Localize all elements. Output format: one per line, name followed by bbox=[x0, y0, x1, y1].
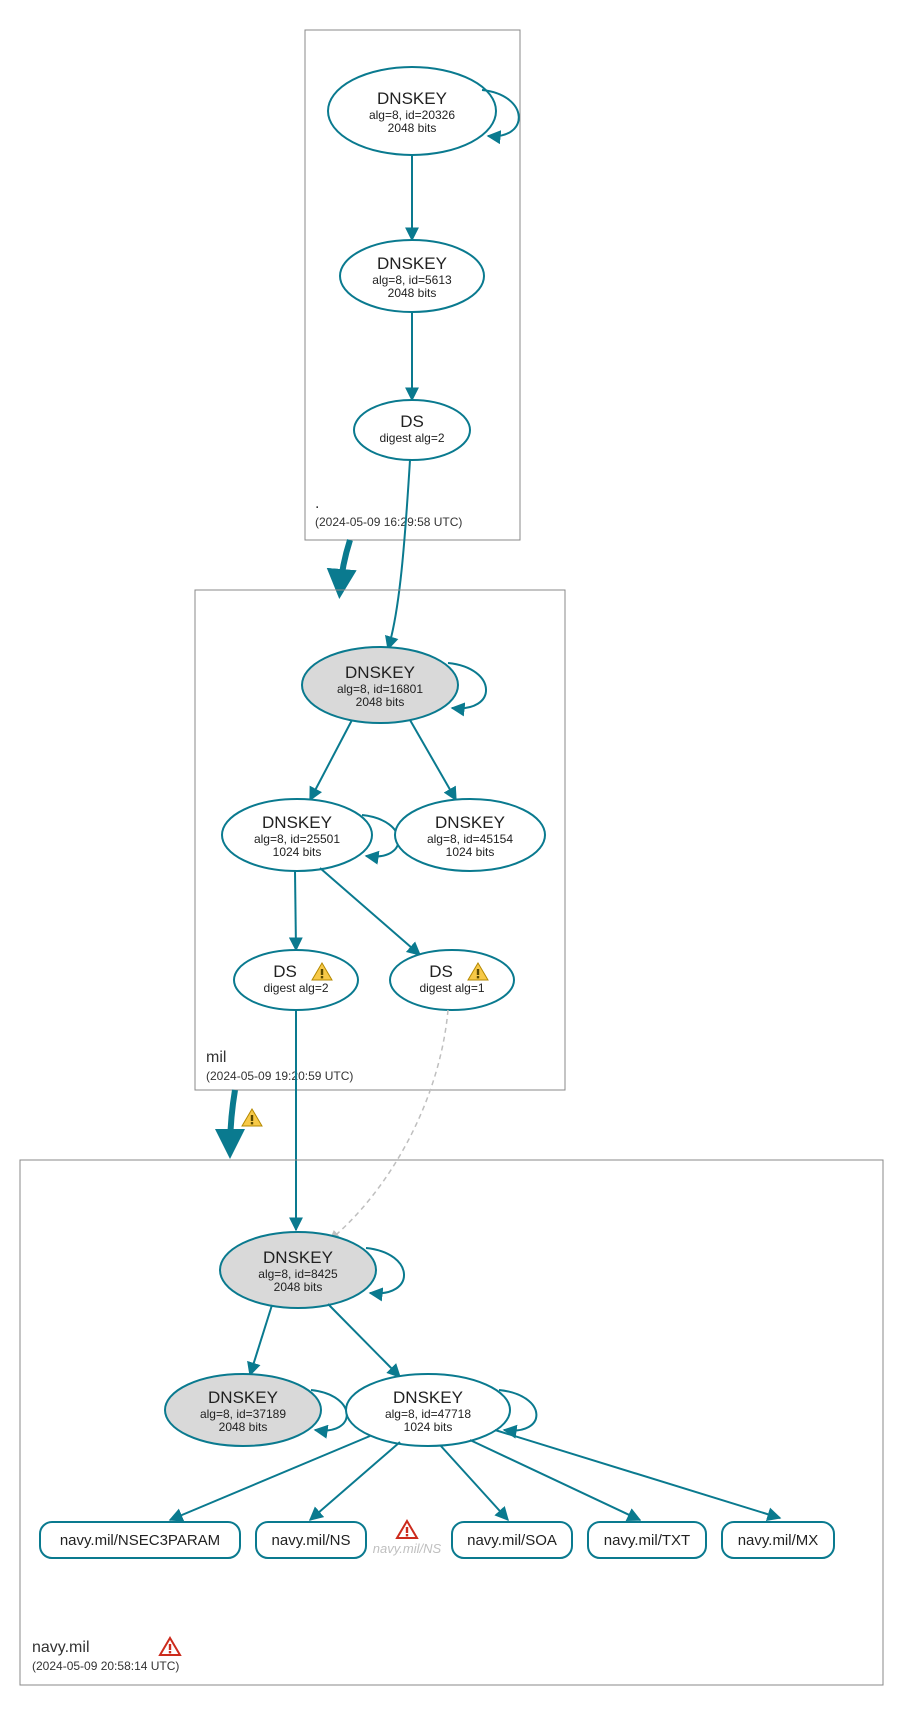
rr-ns-ghost: navy.mil/NS bbox=[373, 1521, 442, 1556]
svg-text:2048 bits: 2048 bits bbox=[388, 286, 437, 300]
svg-text:navy.mil/TXT: navy.mil/TXT bbox=[604, 1532, 690, 1549]
node-mil-zsk2: DNSKEY alg=8, id=45154 1024 bits bbox=[395, 799, 545, 871]
warning-icon bbox=[242, 1109, 262, 1126]
svg-text:digest alg=2: digest alg=2 bbox=[263, 981, 328, 995]
svg-text:alg=8, id=47718: alg=8, id=47718 bbox=[385, 1407, 471, 1421]
zone-navy-ts: (2024-05-09 20:58:14 UTC) bbox=[32, 1659, 179, 1673]
svg-text:alg=8, id=45154: alg=8, id=45154 bbox=[427, 832, 513, 846]
rr-ns: navy.mil/NS bbox=[256, 1522, 366, 1558]
edge-mil-to-navy-zone bbox=[230, 1090, 235, 1150]
zone-navy: navy.mil (2024-05-09 20:58:14 UTC) DNSKE… bbox=[20, 1160, 883, 1685]
svg-text:2048 bits: 2048 bits bbox=[274, 1280, 323, 1294]
node-mil-zsk1: DNSKEY alg=8, id=25501 1024 bits bbox=[222, 799, 399, 871]
svg-text:alg=8, id=16801: alg=8, id=16801 bbox=[337, 682, 423, 696]
svg-text:alg=8, id=20326: alg=8, id=20326 bbox=[369, 108, 455, 122]
node-mil-ds1: DS digest alg=1 bbox=[390, 950, 514, 1010]
svg-text:navy.mil/SOA: navy.mil/SOA bbox=[467, 1532, 557, 1549]
node-mil-ksk: DNSKEY alg=8, id=16801 2048 bits bbox=[302, 647, 486, 723]
svg-text:digest alg=2: digest alg=2 bbox=[379, 431, 444, 445]
svg-text:DNSKEY: DNSKEY bbox=[377, 89, 447, 108]
zone-navy-name: navy.mil bbox=[32, 1639, 90, 1656]
svg-text:DNSKEY: DNSKEY bbox=[262, 813, 332, 832]
svg-text:DS: DS bbox=[400, 412, 424, 431]
svg-text:navy.mil/NS: navy.mil/NS bbox=[272, 1532, 351, 1549]
svg-text:DS: DS bbox=[273, 962, 297, 981]
svg-text:1024 bits: 1024 bits bbox=[446, 845, 495, 859]
zone-mil: mil (2024-05-09 19:20:59 UTC) DNSKEY alg… bbox=[195, 590, 565, 1090]
zone-root-name: . bbox=[315, 495, 319, 512]
rr-mx: navy.mil/MX bbox=[722, 1522, 834, 1558]
zone-root-ts: (2024-05-09 16:29:58 UTC) bbox=[315, 515, 462, 529]
error-icon bbox=[160, 1638, 180, 1655]
svg-text:DNSKEY: DNSKEY bbox=[393, 1388, 463, 1407]
svg-text:2048 bits: 2048 bits bbox=[219, 1420, 268, 1434]
svg-text:DNSKEY: DNSKEY bbox=[345, 663, 415, 682]
rr-nsec3param: navy.mil/NSEC3PARAM bbox=[40, 1522, 240, 1558]
node-root-ksk: DNSKEY alg=8, id=20326 2048 bits bbox=[328, 67, 519, 155]
svg-text:navy.mil/MX: navy.mil/MX bbox=[738, 1532, 819, 1549]
node-navy-zsk1: DNSKEY alg=8, id=47718 1024 bits bbox=[346, 1374, 536, 1446]
svg-text:DS: DS bbox=[429, 962, 453, 981]
svg-text:DNSKEY: DNSKEY bbox=[377, 254, 447, 273]
svg-text:navy.mil/NSEC3PARAM: navy.mil/NSEC3PARAM bbox=[60, 1532, 220, 1549]
svg-text:1024 bits: 1024 bits bbox=[404, 1420, 453, 1434]
node-root-ds: DS digest alg=2 bbox=[354, 400, 470, 460]
svg-text:DNSKEY: DNSKEY bbox=[263, 1248, 333, 1267]
svg-text:2048 bits: 2048 bits bbox=[388, 121, 437, 135]
svg-text:alg=8, id=25501: alg=8, id=25501 bbox=[254, 832, 340, 846]
svg-text:navy.mil/NS: navy.mil/NS bbox=[373, 1541, 442, 1556]
edge-mil-ds1-to-navy-ksk bbox=[330, 1010, 448, 1240]
dnssec-graph: . (2024-05-09 16:29:58 UTC) DNSKEY alg=8… bbox=[0, 0, 903, 1715]
edge-root-ds-to-mil-ksk bbox=[388, 460, 410, 649]
node-navy-ksk: DNSKEY alg=8, id=8425 2048 bits bbox=[220, 1232, 404, 1308]
svg-text:DNSKEY: DNSKEY bbox=[208, 1388, 278, 1407]
svg-text:1024 bits: 1024 bits bbox=[273, 845, 322, 859]
node-root-zsk: DNSKEY alg=8, id=5613 2048 bits bbox=[340, 240, 484, 312]
zone-mil-ts: (2024-05-09 19:20:59 UTC) bbox=[206, 1069, 353, 1083]
rr-txt: navy.mil/TXT bbox=[588, 1522, 706, 1558]
svg-text:alg=8, id=5613: alg=8, id=5613 bbox=[372, 273, 452, 287]
node-navy-zsk2: DNSKEY alg=8, id=37189 2048 bits bbox=[165, 1374, 347, 1446]
zone-root: . (2024-05-09 16:29:58 UTC) DNSKEY alg=8… bbox=[305, 30, 520, 540]
svg-text:DNSKEY: DNSKEY bbox=[435, 813, 505, 832]
svg-text:alg=8, id=37189: alg=8, id=37189 bbox=[200, 1407, 286, 1421]
rr-soa: navy.mil/SOA bbox=[452, 1522, 572, 1558]
svg-text:digest alg=1: digest alg=1 bbox=[419, 981, 484, 995]
svg-text:alg=8, id=8425: alg=8, id=8425 bbox=[258, 1267, 338, 1281]
svg-text:2048 bits: 2048 bits bbox=[356, 695, 405, 709]
zone-mil-name: mil bbox=[206, 1049, 226, 1066]
node-mil-ds2: DS digest alg=2 bbox=[234, 950, 358, 1010]
edge-root-to-mil-zone bbox=[340, 540, 350, 590]
